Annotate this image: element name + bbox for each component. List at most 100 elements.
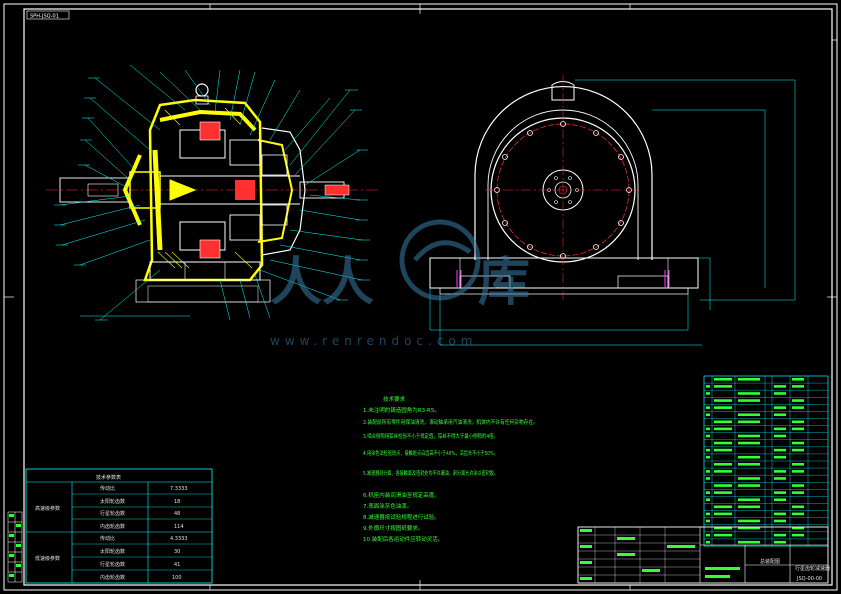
parts-list-cell-mark (706, 540, 710, 544)
tech-notes: 技术要求 1.未注明的铸造圆角为R3-R5。 2.装配前所有零件用煤油清洗，滚动… (363, 395, 538, 543)
parts-list-cell-mark (706, 470, 710, 473)
parts-list-cell-mark (738, 463, 760, 466)
param-group-name: 高速级参数 (35, 505, 60, 512)
tech-note-line: 8.减速器按试验规程进行试验。 (363, 513, 440, 521)
tech-notes-title: 技术要求 (383, 395, 406, 403)
param-table: 技术参数表 高速级参数 低速级参数 传动比 7.3333 太阳轮齿数 18 行星… (25, 468, 213, 584)
parts-list-cell-mark (714, 378, 732, 381)
param-value: 41 (174, 562, 180, 568)
param-label: 传动比 (100, 535, 115, 542)
parts-list-cell-mark (792, 385, 804, 388)
param-label: 内齿轮齿数 (100, 523, 125, 530)
parts-list-cell-mark (714, 441, 732, 445)
param-value: 7.3333 (170, 486, 188, 492)
cad-drawing-canvas: SPH-JSQ-01 人人 库 www.renrendoc.com 技术要求 1… (3, 3, 838, 591)
parts-list-cell-mark (714, 420, 732, 424)
param-label: 太阳轮齿数 (100, 498, 125, 505)
parts-list-cell-mark (792, 448, 804, 452)
parts-list-cell-mark (792, 420, 804, 424)
tech-note-line: 9.外廓尺寸按图纸要求。 (363, 524, 423, 532)
parts-list-cell-mark (774, 470, 786, 473)
parts-list-cell-mark (714, 448, 732, 452)
tech-note-line: 7.表面涂灰色油漆。 (363, 502, 412, 510)
parts-list-cell-mark (738, 434, 760, 438)
param-value: 18 (174, 499, 180, 505)
watermark-url: www.renrendoc.com (270, 334, 477, 348)
parts-list-cell-mark (738, 420, 760, 424)
parts-list-cell-mark (792, 484, 804, 487)
parts-list-cell-mark (738, 477, 760, 480)
parts-list-cell-mark (792, 427, 804, 431)
parts-list-cell-mark (774, 385, 786, 388)
param-label: 行星轮齿数 (100, 510, 125, 517)
corner-tag: SPH-JSQ-01 (26, 10, 70, 20)
tech-note-line: 5.减速器剖分面、各接触面及密封处均不许漏油，剖分面允许涂以密封胶。 (363, 469, 498, 477)
parts-list-cell-mark (774, 477, 786, 480)
parts-list-cell-mark (774, 540, 786, 544)
parts-list-cell-mark (706, 491, 710, 494)
svg-text:库: 库 (478, 253, 530, 313)
param-value: 4.3333 (170, 536, 188, 542)
drawing-name-cell: 行星齿轮减速器 (795, 565, 830, 572)
parts-list-cell-mark (774, 519, 786, 523)
parts-list-cell-mark (714, 406, 732, 409)
parts-list-cell-mark (738, 441, 760, 445)
parts-list-cell-mark (738, 505, 760, 509)
param-group-name: 低速级参数 (35, 555, 60, 562)
param-table-title: 技术参数表 (96, 474, 121, 481)
parts-list-cell-mark (792, 463, 804, 466)
tech-note-line: 2.装配前所有零件用煤油清洗，滚动轴承用汽油清洗，机体内不许有任何杂物存在。 (363, 418, 538, 426)
parts-list-cell-mark (774, 455, 786, 459)
parts-list-cell-mark (774, 512, 786, 516)
drawing-number: JSQ-00-00 (796, 576, 822, 582)
param-value: 100 (172, 575, 182, 581)
parts-list-cell-mark (714, 470, 732, 473)
param-label: 传动比 (100, 485, 115, 492)
parts-list-cell-mark (714, 484, 732, 487)
parts-list-cell-mark (706, 455, 710, 459)
parts-list-cell-mark (706, 477, 710, 480)
parts-list-cell-mark (714, 491, 732, 494)
param-value: 114 (174, 524, 184, 530)
parts-list-cell-mark (738, 399, 760, 402)
parts-list-cell-mark (714, 385, 732, 388)
parts-list-cell-mark (714, 399, 732, 402)
parts-list-cell-mark (706, 413, 710, 417)
param-value: 48 (174, 511, 180, 517)
tech-note-line: 6.机座内装润滑油至规定高度。 (363, 491, 440, 499)
watermark: 人人 库 www.renrendoc.com (270, 219, 530, 348)
parts-list-cell-mark (738, 519, 760, 523)
parts-list-cell-mark (706, 512, 710, 516)
parts-list-cell-mark (706, 406, 710, 409)
parts-list-cell-mark (738, 378, 760, 381)
parts-list-cell-mark (706, 519, 710, 523)
parts-list-cell-mark (738, 540, 760, 544)
tech-note-line: 3.啮合侧隙用铅丝检验不小于规定值，铅丝不得大于最小侧隙的4倍。 (363, 432, 498, 440)
parts-list-cell-mark (738, 413, 760, 417)
parts-list-cell-mark (706, 533, 710, 537)
svg-text:人人: 人人 (270, 253, 374, 313)
parts-list-cell-mark (792, 378, 804, 381)
parts-list-cell-mark (714, 427, 732, 431)
parts-list-cell-mark (738, 484, 760, 487)
parts-list-cell-mark (774, 498, 786, 502)
drawing-title: 总装配图 (760, 558, 780, 565)
parts-list-cell-mark (792, 533, 804, 537)
param-value: 30 (174, 549, 180, 555)
tech-note-line: 10.装配后各运动件应转动灵活。 (363, 535, 443, 543)
parts-list-cell-mark (792, 441, 804, 445)
parts-list-cell-mark (792, 512, 804, 516)
parts-list-cell-mark (738, 498, 760, 502)
parts-list-cell-mark (792, 470, 804, 473)
parts-list-cell-mark (714, 463, 732, 466)
parts-list-cell-mark (714, 505, 732, 509)
parts-list-cell-mark (774, 434, 786, 438)
parts-list-cell-mark (774, 406, 786, 409)
parts-list-cell-mark (774, 427, 786, 431)
parts-list-cell-mark (774, 392, 786, 395)
parts-list-cell-mark (774, 491, 786, 494)
parts-list-cell-mark (706, 434, 710, 438)
parts-list-cell-mark (706, 498, 710, 502)
parts-list-cell-mark (706, 448, 710, 452)
parts-list-cell-mark (774, 448, 786, 452)
